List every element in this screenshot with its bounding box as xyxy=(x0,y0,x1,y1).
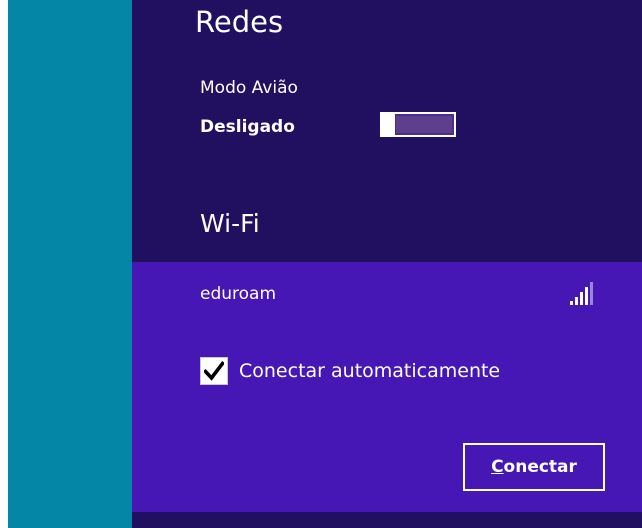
panel-title: Redes xyxy=(195,5,284,39)
wifi-signal-icon xyxy=(570,282,593,305)
auto-connect-option[interactable]: Conectar automaticamente xyxy=(200,357,560,385)
networks-charm-panel: Redes Modo Avião Desligado Wi-Fi eduroam… xyxy=(132,0,642,528)
wifi-section-title: Wi-Fi xyxy=(200,209,260,238)
signal-bar-1 xyxy=(570,301,573,305)
signal-bar-3 xyxy=(580,292,583,305)
signal-bar-4 xyxy=(585,287,588,305)
toggle-thumb[interactable] xyxy=(380,112,395,137)
checkmark-icon xyxy=(204,361,224,381)
airplane-mode-label: Modo Avião xyxy=(200,78,298,98)
auto-connect-label: Conectar automaticamente xyxy=(239,360,501,382)
airplane-mode-toggle[interactable] xyxy=(380,112,456,137)
signal-bar-2 xyxy=(575,297,578,305)
network-item-eduroam[interactable]: eduroam Conectar automaticamente Conecta… xyxy=(132,262,642,512)
connect-button-label-rest: onectar xyxy=(503,457,577,477)
network-name: eduroam xyxy=(200,284,277,304)
connect-button-mnemonic: C xyxy=(491,457,504,477)
left-margin xyxy=(0,0,8,528)
connect-button[interactable]: Conectar xyxy=(463,443,605,491)
start-screen-background xyxy=(8,0,132,528)
airplane-mode-state: Desligado xyxy=(200,117,295,137)
signal-bar-5 xyxy=(590,282,593,305)
toggle-track xyxy=(396,116,452,133)
auto-connect-checkbox[interactable] xyxy=(200,357,228,385)
